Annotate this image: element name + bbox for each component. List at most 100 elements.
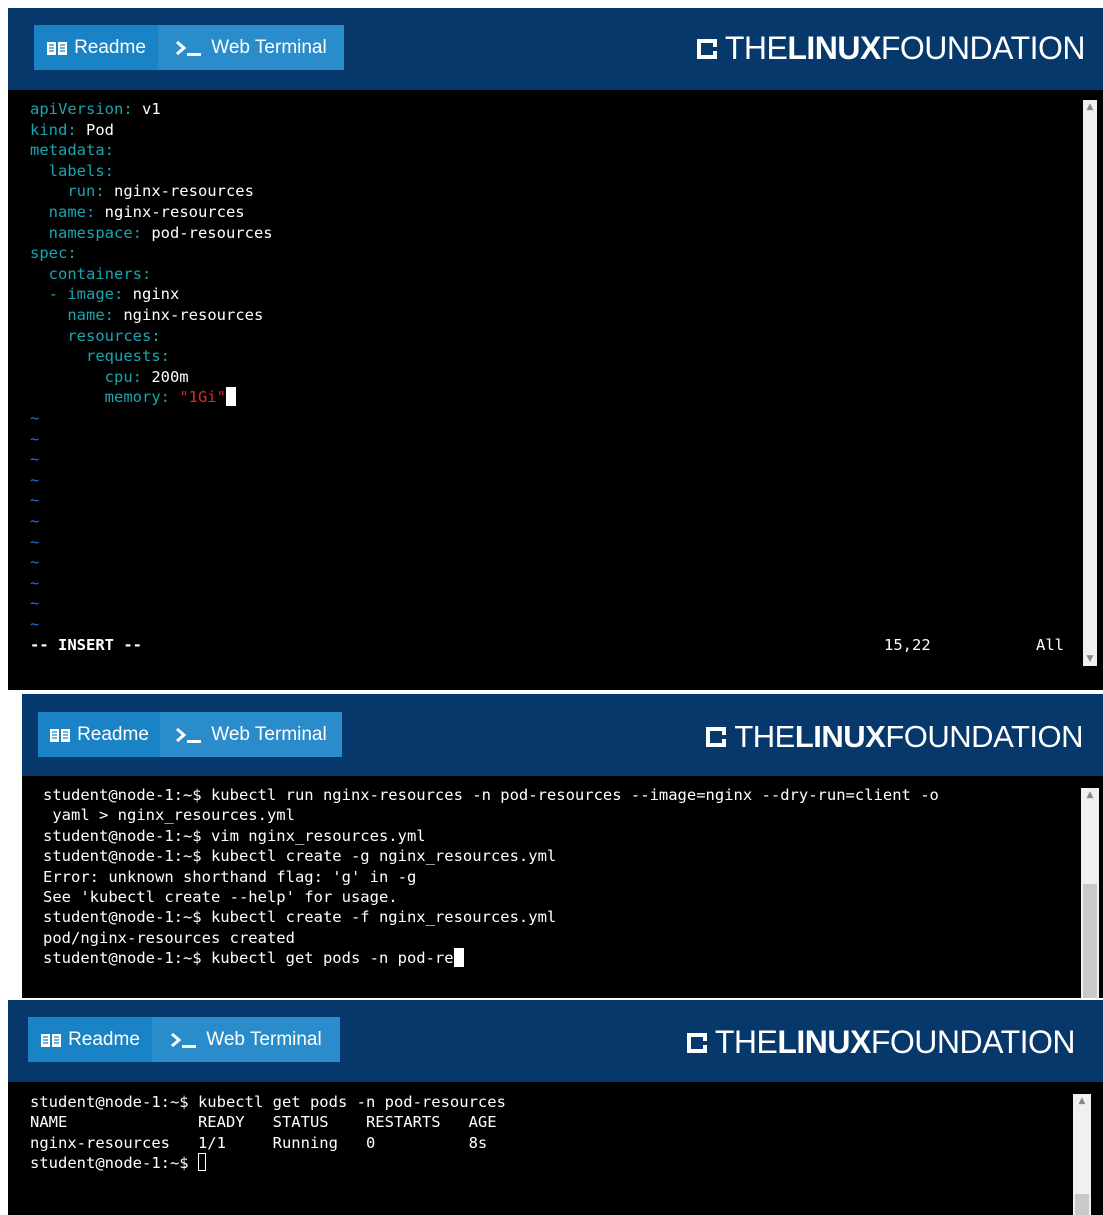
tab-web-terminal[interactable]: Web Terminal	[160, 712, 342, 757]
book-icon	[41, 1033, 62, 1047]
terminal-scrollbar[interactable]: ▲	[1073, 1094, 1091, 1215]
tab-web-terminal-label: Web Terminal	[206, 1028, 322, 1050]
yaml-key: requests:	[30, 347, 170, 366]
vim-empty-line-tilde: ~	[30, 512, 40, 530]
tab-readme[interactable]: Readme	[38, 712, 160, 757]
linux-foundation-logo: THE LINUX FOUNDATION	[686, 1024, 1076, 1061]
prompt-icon	[171, 1032, 197, 1048]
yaml-line: requests:	[30, 346, 170, 367]
terminal-line-text: student@node-1:~$ kubectl create -g ngin…	[43, 847, 557, 866]
vim-mode-indicator: -- INSERT --	[30, 635, 142, 654]
yaml-line: - image: nginx	[30, 284, 180, 305]
tab-bar: Readme Web Terminal	[38, 712, 342, 757]
yaml-value: pod-resources	[141, 223, 273, 242]
yaml-value: v1	[132, 100, 161, 118]
vim-empty-line-tilde: ~	[30, 470, 40, 489]
scroll-up-icon[interactable]: ▲	[1081, 788, 1099, 802]
terminal-panel-2: Readme Web Terminal THE LINUX FOUNDATION s…	[22, 694, 1103, 998]
vim-empty-line-tilde: ~	[30, 532, 40, 551]
yaml-line: kind: Pod	[30, 120, 114, 141]
terminal-line: student@node-1:~$ kubectl create -g ngin…	[43, 846, 556, 867]
scroll-thumb[interactable]	[1075, 1194, 1089, 1215]
yaml-key: containers:	[30, 264, 152, 283]
yaml-value: nginx-resources	[104, 182, 254, 201]
text-cursor	[197, 1153, 206, 1172]
yaml-line: namespace: pod-resources	[30, 223, 273, 244]
book-icon	[47, 41, 68, 55]
terminal-output[interactable]: student@node-1:~$ kubectl run nginx-reso…	[22, 776, 1103, 998]
terminal-line-text: student@node-1:~$ kubectl run nginx-reso…	[43, 786, 939, 804]
yaml-key: - image:	[30, 285, 124, 304]
yaml-key: resources:	[30, 326, 161, 345]
yaml-key: memory:	[30, 388, 170, 407]
yaml-line: apiVersion: v1	[30, 99, 161, 120]
yaml-line: labels:	[30, 161, 114, 182]
scroll-up-icon[interactable]: ▲	[1073, 1094, 1091, 1108]
tab-web-terminal-label: Web Terminal	[211, 36, 327, 58]
tab-web-terminal[interactable]: Web Terminal	[152, 1017, 340, 1062]
tab-readme[interactable]: Readme	[34, 25, 158, 70]
yaml-value: 200m	[141, 367, 189, 386]
yaml-line: run: nginx-resources	[30, 181, 254, 202]
vim-cursor-position: 15,22	[884, 635, 931, 654]
logo-bracket-icon	[706, 727, 727, 747]
yaml-value: nginx-resources	[95, 203, 245, 221]
tab-web-terminal[interactable]: Web Terminal	[158, 25, 344, 70]
yaml-line: metadata:	[30, 140, 114, 161]
terminal-line-text: student@node-1:~$ kubectl get pods -n po…	[30, 1093, 506, 1111]
terminal-line: student@node-1:~$ kubectl get pods -n po…	[30, 1092, 506, 1113]
linux-foundation-logo: THE LINUX FOUNDATION	[696, 30, 1086, 67]
terminal-line: student@node-1:~$ vim nginx_resources.ym…	[43, 826, 426, 847]
vim-editor[interactable]: apiVersion: v1 kind: Pod metadata: labels:…	[8, 90, 1103, 690]
vim-empty-line-tilde: ~	[30, 409, 40, 427]
scroll-thumb[interactable]	[1083, 884, 1097, 998]
terminal-scrollbar[interactable]: ▲	[1081, 788, 1099, 998]
yaml-key: metadata:	[30, 141, 114, 160]
vim-empty-line-tilde: ~	[30, 429, 40, 448]
tab-bar: Readme Web Terminal	[28, 1017, 340, 1062]
terminal-line: Error: unknown shorthand flag: 'g' in -g	[43, 867, 416, 888]
top-bar: Readme Web Terminal THE LINUX FOUNDATION	[8, 1000, 1103, 1082]
tab-bar: Readme Web Terminal	[34, 25, 344, 70]
yaml-key: name:	[30, 203, 96, 221]
yaml-line: name: nginx-resources	[30, 202, 245, 223]
yaml-line: cpu: 200m	[30, 367, 189, 388]
vim-empty-line-tilde: ~	[30, 615, 40, 633]
book-icon	[50, 728, 71, 742]
terminal-line: See 'kubectl create --help' for usage.	[43, 887, 398, 908]
terminal-line-text: Error: unknown shorthand flag: 'g' in -g	[43, 867, 417, 886]
terminal-output[interactable]: student@node-1:~$ kubectl get pods -n po…	[8, 1082, 1103, 1215]
terminal-line-text: nginx-resources 1/1 Running 0 8s	[30, 1133, 488, 1152]
prompt-icon	[176, 40, 202, 56]
scroll-up-icon[interactable]: ▲	[1083, 100, 1097, 114]
yaml-key: namespace:	[30, 223, 142, 242]
terminal-panel-3: Readme Web Terminal THE LINUX FOUNDATION s…	[8, 1000, 1103, 1215]
yaml-value: nginx-resources	[114, 306, 264, 324]
yaml-value: Pod	[76, 120, 114, 139]
top-bar: Readme Web Terminal THE LINUX FOUNDATION	[8, 8, 1103, 90]
terminal-line-text: pod/nginx-resources created	[43, 928, 295, 947]
tab-readme-label: Readme	[74, 36, 146, 58]
vim-scroll-indicator: All	[1036, 635, 1064, 654]
terminal-line-text: student@node-1:~$ vim nginx_resources.ym…	[43, 826, 426, 845]
text-cursor	[225, 387, 236, 407]
vim-empty-line-tilde: ~	[30, 553, 40, 572]
yaml-key: labels:	[30, 161, 114, 180]
terminal-line-text: NAME READY STATUS RESTARTS AGE	[30, 1113, 497, 1132]
logo-bracket-icon	[696, 38, 717, 59]
linux-foundation-logo: THE LINUX FOUNDATION	[706, 719, 1083, 755]
yaml-key: kind:	[30, 120, 77, 139]
terminal-line: student@node-1:~$	[30, 1153, 206, 1174]
top-bar: Readme Web Terminal THE LINUX FOUNDATION	[22, 694, 1103, 776]
yaml-key: name:	[30, 306, 114, 324]
editor-panel: Readme Web Terminal THE LINUX FOUNDATION a…	[8, 8, 1103, 690]
terminal-line: yaml > nginx_resources.yml	[43, 805, 295, 826]
yaml-line: memory: "1Gi"	[30, 387, 236, 408]
yaml-line: spec:	[30, 243, 77, 264]
scroll-down-icon[interactable]: ▼	[1083, 652, 1097, 666]
yaml-line: name: nginx-resources	[30, 305, 263, 326]
tab-readme-label: Readme	[68, 1028, 140, 1050]
tab-readme[interactable]: Readme	[28, 1017, 152, 1062]
editor-scrollbar[interactable]: ▲ ▼	[1083, 100, 1097, 666]
prompt-icon	[176, 727, 202, 743]
